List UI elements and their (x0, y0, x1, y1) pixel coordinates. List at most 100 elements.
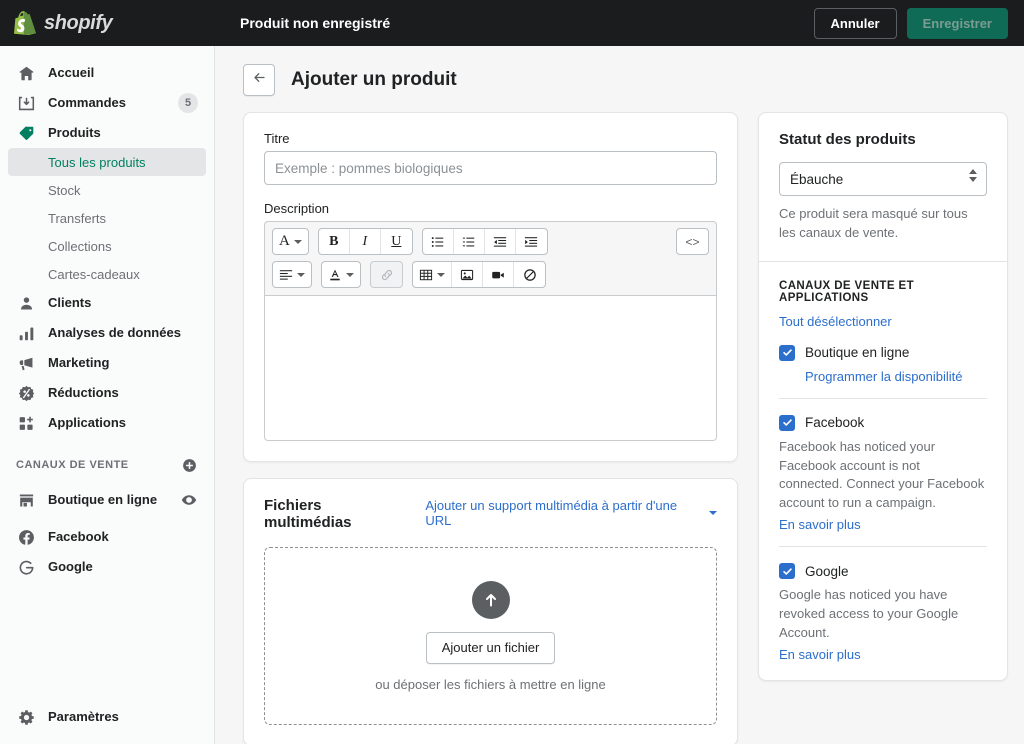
analytics-icon (16, 323, 36, 343)
sidebar-item-applications[interactable]: Applications (8, 408, 206, 438)
status-panel-title: Statut des produits (779, 131, 916, 148)
checkbox-google[interactable] (779, 563, 795, 580)
add-media-from-url-link[interactable]: Ajouter un support multimédia à partir d… (425, 498, 717, 528)
align-icon[interactable] (273, 262, 311, 287)
customers-icon (16, 293, 36, 313)
sidebar-label: Paramètres (48, 709, 119, 725)
main-content: Ajouter un produit Titre Description (215, 46, 1024, 744)
outdent-icon[interactable] (485, 229, 516, 254)
sales-channels-section: CANAUX DE VENTE ET APPLICATIONS Tout dés… (759, 260, 1007, 680)
channel-description: Facebook has noticed your Facebook accou… (779, 438, 985, 511)
font-style-icon[interactable]: A (273, 229, 308, 254)
sidebar-item-transferts[interactable]: Transferts (8, 204, 206, 232)
sidebar-sublabel: Tous les produits (48, 154, 146, 170)
sidebar-item-analyses[interactable]: Analyses de données (8, 318, 206, 348)
sidebar-label: Clients (48, 295, 92, 311)
channels-kicker: CANAUX DE VENTE ET APPLICATIONS (779, 279, 914, 304)
media-dropzone[interactable]: Ajouter un fichier ou déposer les fichie… (264, 547, 717, 725)
sidebar-item-produits[interactable]: Produits (8, 118, 206, 148)
channel-boutique-en-ligne: Boutique en ligne Programmer la disponib… (779, 344, 987, 384)
text-color-icon[interactable] (322, 262, 360, 287)
dropzone-hint: ou déposer les fichiers à mettre en lign… (375, 676, 606, 692)
checkbox-facebook[interactable] (779, 414, 795, 431)
numbered-list-icon[interactable] (454, 229, 485, 254)
stepper-icon (969, 169, 977, 182)
sidebar-label: Analyses de données (48, 325, 181, 341)
list-indent-group (421, 228, 548, 255)
sidebar-item-parametres[interactable]: Paramètres (8, 702, 207, 732)
underline-icon[interactable]: U (381, 229, 412, 254)
table-icon[interactable] (413, 262, 452, 287)
add-file-button[interactable]: Ajouter un fichier (425, 631, 556, 664)
title-input[interactable] (264, 151, 717, 185)
brand-name: shopify (44, 11, 113, 34)
sidebar-label: Boutique en ligne (48, 491, 158, 507)
indent-icon[interactable] (516, 229, 547, 254)
clear-formatting-icon[interactable] (514, 262, 545, 287)
sidebar-label: Réductions (48, 385, 119, 401)
channel-facebook: Facebook Facebook has noticed your Faceb… (779, 397, 987, 532)
shopify-logo[interactable]: shopify (0, 0, 215, 46)
chevron-down-icon (709, 511, 717, 515)
products-tag-icon (16, 123, 36, 143)
sidebar-item-boutique-en-ligne[interactable]: Boutique en ligne (8, 478, 206, 522)
sidebar-item-facebook[interactable]: Facebook (8, 522, 206, 552)
back-button[interactable] (243, 64, 275, 96)
description-textarea[interactable] (264, 295, 717, 441)
font-style-group: A (272, 228, 309, 255)
sidebar-item-collections[interactable]: Collections (8, 232, 206, 260)
deselect-all-link[interactable]: Tout désélectionner (779, 314, 987, 329)
save-button[interactable]: Enregistrer (906, 7, 1008, 39)
italic-icon[interactable]: I (350, 229, 381, 254)
sidebar-item-tous-les-produits[interactable]: Tous les produits (8, 148, 206, 176)
link-group (370, 261, 403, 288)
apps-icon (16, 413, 36, 433)
title-label: Titre (264, 131, 290, 146)
code-view-icon[interactable]: <> (677, 229, 708, 254)
editor-toolbar: A B I U <> (264, 221, 717, 295)
cancel-button[interactable]: Annuler (813, 7, 897, 39)
schedule-availability-link[interactable]: Programmer la disponibilité (805, 369, 987, 384)
sidebar-label: Google (48, 559, 93, 575)
sidebar-item-google[interactable]: Google (8, 552, 206, 582)
learn-more-link-google[interactable]: En savoir plus (779, 647, 987, 662)
bulleted-list-icon[interactable] (423, 229, 454, 254)
topbar-actions: Annuler Enregistrer (813, 7, 1024, 39)
bold-icon[interactable]: B (319, 229, 350, 254)
sidebar-label: Applications (48, 415, 127, 431)
channel-label: Boutique en ligne (805, 345, 910, 361)
sidebar-item-commandes[interactable]: Commandes 5 (8, 88, 206, 118)
right-column: Statut des produits Ébauche Ce produit s… (758, 112, 1008, 744)
status-select[interactable]: Ébauche (779, 162, 987, 196)
text-format-group: B I U (317, 228, 413, 255)
content-columns: Titre Description A (215, 96, 1024, 744)
status-note: Ce produit sera masqué sur tous les cana… (779, 206, 968, 240)
sidebar-item-marketing[interactable]: Marketing (8, 348, 206, 378)
product-status-section: Statut des produits Ébauche Ce produit s… (759, 113, 1007, 261)
sidebar-section-canaux-de-vente: CANAUX DE VENTE (8, 452, 206, 478)
sidebar-item-accueil[interactable]: Accueil (8, 58, 206, 88)
insert-video-icon[interactable] (483, 262, 514, 287)
sidebar-sublabel: Stock (48, 182, 81, 198)
sidebar-item-clients[interactable]: Clients (8, 288, 206, 318)
google-icon (16, 557, 36, 577)
status-card: Statut des produits Ébauche Ce produit s… (758, 112, 1008, 681)
sidebar-label: Accueil (48, 65, 95, 81)
sidebar-item-cartes-cadeaux[interactable]: Cartes-cadeaux (8, 260, 206, 288)
sidebar-label: Commandes (48, 95, 127, 111)
gear-icon (16, 707, 36, 727)
eye-icon[interactable] (180, 491, 198, 509)
channel-label: Facebook (805, 415, 865, 431)
insert-image-icon[interactable] (452, 262, 483, 287)
discounts-icon (16, 383, 36, 403)
channel-label: Google (805, 563, 849, 579)
learn-more-link-facebook[interactable]: En savoir plus (779, 517, 987, 532)
channel-row: Facebook (779, 414, 987, 431)
sidebar-item-reductions[interactable]: Réductions (8, 378, 206, 408)
shopify-bag-icon (14, 11, 36, 35)
toolbar-row-2 (272, 261, 709, 288)
sidebar-footer: Paramètres (0, 702, 215, 732)
checkbox-boutique-en-ligne[interactable] (779, 344, 795, 361)
sidebar-item-stock[interactable]: Stock (8, 176, 206, 204)
add-channel-icon[interactable] (180, 456, 198, 474)
